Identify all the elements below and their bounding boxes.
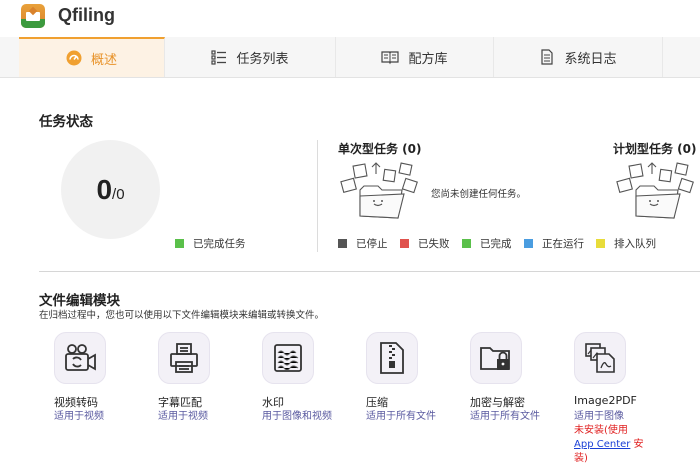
log-icon [541, 49, 554, 65]
status-legend-completed: 已完成 [462, 236, 512, 251]
main-tabs: 概述 任务列表 配方库 系统日志 [0, 37, 700, 78]
zip-file-icon [380, 342, 404, 374]
install-status-prefix: 未安装(使用 [574, 425, 628, 436]
encryption-module[interactable] [470, 332, 522, 384]
tab-label: 概述 [90, 52, 117, 68]
module-desc: 适用于所有文件 [470, 411, 540, 422]
subtitle-matching-module[interactable] [158, 332, 210, 384]
watermark-module[interactable] [262, 332, 314, 384]
folder-lock-icon [480, 347, 510, 370]
module-name: 水印 [262, 396, 284, 409]
completed-count: 0 [96, 173, 113, 205]
tab-label: 任务列表 [236, 51, 289, 67]
install-status: 未安装(使用 App Center 安装) [574, 424, 650, 465]
tab-system-log[interactable]: 系统日志 [494, 37, 663, 77]
empty-task-message: 您尚未创建任何任务。 [431, 189, 527, 200]
section-divider [317, 140, 318, 252]
module-desc: 适用于视频 [54, 411, 104, 422]
legend-label: 已失败 [418, 238, 450, 250]
tab-recipe-library[interactable]: 配方库 [336, 37, 494, 77]
watermark-icon [274, 344, 302, 372]
legend-label: 已完成 [480, 238, 512, 250]
legend-label: 已停止 [356, 238, 388, 250]
task-count-circle: 0 /0 [61, 140, 160, 239]
legend-swatch [596, 239, 605, 248]
modules-subtitle: 在归档过程中，您也可以使用以下文件编辑模块来编辑或转换文件。 [39, 310, 325, 321]
legend-swatch [462, 239, 471, 248]
status-legend-queued: 排入队列 [596, 236, 656, 251]
compression-module[interactable] [366, 332, 418, 384]
task-list-icon [211, 50, 227, 65]
status-legend-stopped: 已停止 [338, 236, 388, 251]
legend-label: 已完成任务 [193, 238, 246, 250]
image2pdf-module[interactable] [574, 332, 626, 384]
legend-swatch [338, 239, 347, 248]
top-bar: Qfiling [0, 0, 700, 37]
video-transcode-icon [65, 344, 96, 371]
module-desc: 用于图像和视频 [262, 411, 332, 422]
video-transcode-module[interactable] [54, 332, 106, 384]
image-to-pdf-icon [585, 343, 615, 373]
legend-label: 正在运行 [542, 238, 584, 250]
status-legend-running: 正在运行 [524, 236, 584, 251]
scheduled-task-title: 计划型任务 (0) [613, 142, 697, 156]
module-name: Image2PDF [574, 394, 637, 407]
app-center-link[interactable]: App Center [574, 439, 630, 450]
module-desc: 适用于图像 [574, 411, 624, 422]
legend-swatch [400, 239, 409, 248]
module-name: 压缩 [366, 396, 388, 409]
tab-label: 系统日志 [564, 51, 617, 67]
single-task-title: 单次型任务 (0) [338, 142, 422, 156]
horizontal-divider [39, 271, 700, 272]
tab-task-list[interactable]: 任务列表 [165, 37, 336, 77]
legend-swatch [175, 239, 184, 248]
dashboard-icon [66, 50, 82, 66]
legend-label: 排入队列 [614, 238, 656, 250]
module-name: 字幕匹配 [158, 396, 202, 409]
recipe-book-icon [381, 51, 400, 65]
completed-tasks-legend: 已完成任务 [175, 236, 246, 251]
status-legend-failed: 已失败 [400, 236, 450, 251]
task-status-title: 任务状态 [39, 114, 93, 130]
app-title: Qfiling [58, 5, 115, 25]
module-desc: 适用于视频 [158, 411, 208, 422]
empty-folder-illustration [340, 162, 418, 219]
module-name: 加密与解密 [470, 396, 525, 409]
qfiling-logo-icon [21, 4, 45, 28]
total-count: /0 [112, 185, 125, 203]
empty-folder-illustration [616, 162, 694, 219]
legend-swatch [524, 239, 533, 248]
modules-title: 文件编辑模块 [39, 293, 120, 309]
tab-label: 配方库 [408, 51, 448, 67]
subtitle-printer-icon [170, 343, 198, 373]
module-name: 视频转码 [54, 396, 98, 409]
module-desc: 适用于所有文件 [366, 411, 436, 422]
tab-overview[interactable]: 概述 [19, 37, 165, 77]
